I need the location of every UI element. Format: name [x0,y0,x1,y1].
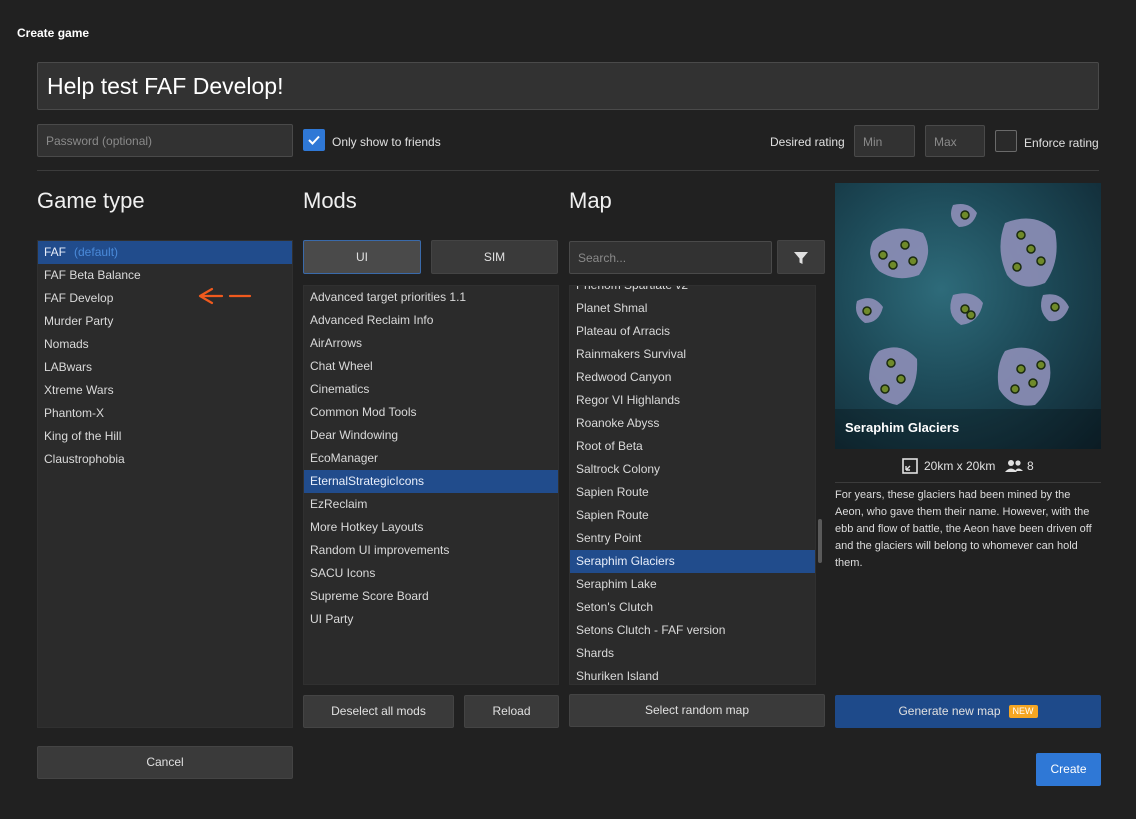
game-type-item[interactable]: King of the Hill [38,425,292,448]
map-item[interactable]: Sapien Route [570,504,815,527]
rating-min-input[interactable]: Min [854,125,915,157]
game-type-item[interactable]: FAF Beta Balance [38,264,292,287]
enforce-rating-checkbox[interactable] [995,130,1017,152]
map-preview-image [835,183,1101,449]
preview-map-name: Seraphim Glaciers [845,420,960,435]
game-type-item[interactable]: Murder Party [38,310,292,333]
select-random-map-button[interactable]: Select random map [569,694,825,727]
enforce-rating-label[interactable]: Enforce rating [1024,136,1099,150]
map-search-input[interactable]: Search... [569,241,772,274]
map-item[interactable]: Plateau of Arracis [570,320,815,343]
dialog-title: Create game [17,26,90,40]
mod-item[interactable]: Common Mod Tools [304,401,558,424]
game-type-item-faf[interactable]: FAF (default) [38,241,292,264]
map-item[interactable]: Rainmakers Survival [570,343,815,366]
deselect-all-mods-button[interactable]: Deselect all mods [303,695,454,728]
game-type-item[interactable]: Claustrophobia [38,448,292,471]
map-size-icon [902,458,918,474]
mod-item[interactable]: Chat Wheel [304,355,558,378]
description-divider [835,482,1101,483]
map-description: For years, these glaciers had been mined… [835,489,1092,569]
friends-only-label[interactable]: Only show to friends [332,135,441,149]
game-title-input[interactable]: Help test FAF Develop! [37,62,1099,110]
create-button[interactable]: Create [1036,753,1101,786]
game-type-item[interactable]: Xtreme Wars [38,379,292,402]
generate-new-map-label: Generate new map [898,704,1001,718]
map-size-text: 20km x 20km [924,459,996,473]
mod-item[interactable]: Supreme Score Board [304,585,558,608]
cancel-button[interactable]: Cancel [37,746,293,779]
mod-item[interactable]: SACU Icons [304,562,558,585]
map-item[interactable]: Phenom Spartiate v2 [570,286,815,297]
map-item[interactable]: Saltrock Colony [570,458,815,481]
map-item[interactable]: Seraphim Lake [570,573,815,596]
mod-item[interactable]: Random UI improvements [304,539,558,562]
mod-item[interactable]: UI Party [304,608,558,631]
desired-rating-label: Desired rating [770,135,845,149]
password-input[interactable]: Password (optional) [37,124,293,157]
default-tag: (default) [74,245,119,259]
map-item[interactable]: Regor VI Highlands [570,389,815,412]
map-item[interactable]: Sentry Point [570,527,815,550]
mods-title: Mods [303,188,357,213]
game-type-item[interactable]: LABwars [38,356,292,379]
map-item[interactable]: Sapien Route [570,481,815,504]
filter-icon [794,252,808,264]
mods-list[interactable]: Advanced target priorities 1.1 Advanced … [303,285,559,685]
map-list[interactable]: Phenom Spartiate v2 Planet Shmal Plateau… [569,285,816,685]
map-item[interactable]: Setons Clutch - FAF version [570,619,815,642]
map-item[interactable]: Shuriken Island [570,665,815,684]
mod-item[interactable]: EcoManager [304,447,558,470]
mod-item[interactable]: EzReclaim [304,493,558,516]
map-title: Map [569,188,612,213]
map-item[interactable]: Shards [570,642,815,665]
mod-item[interactable]: Advanced target priorities 1.1 [304,286,558,309]
reload-mods-button[interactable]: Reload [464,695,559,728]
new-badge: NEW [1008,705,1038,718]
map-preview-terrain [835,204,1101,449]
generate-new-map-button[interactable]: Generate new map NEW [835,695,1101,728]
players-icon [1005,460,1023,472]
map-item[interactable]: Planet Shmal [570,297,815,320]
map-item[interactable]: Root of Beta [570,435,815,458]
mod-item[interactable]: Cinematics [304,378,558,401]
max-players-text: 8 [1027,459,1034,473]
game-type-item[interactable]: Phantom-X [38,402,292,425]
game-type-list[interactable]: FAF (default) FAF Beta Balance FAF Develo… [37,240,293,728]
game-type-title: Game type [37,188,145,213]
mod-item[interactable]: Advanced Reclaim Info [304,309,558,332]
map-item-selected[interactable]: Seraphim Glaciers [570,550,815,573]
arrow-annotation-icon [198,287,252,305]
map-item[interactable]: Redwood Canyon [570,366,815,389]
game-type-item[interactable]: Nomads [38,333,292,356]
mod-item[interactable]: Dear Windowing [304,424,558,447]
tab-sim-mods[interactable]: SIM [431,240,558,274]
map-list-scrollbar[interactable] [818,519,822,563]
friends-only-checkbox[interactable] [303,129,325,151]
checkmark-icon [308,135,320,145]
mod-item-selected[interactable]: EternalStrategicIcons [304,470,558,493]
rating-max-input[interactable]: Max [925,125,985,157]
mod-item[interactable]: AirArrows [304,332,558,355]
map-item[interactable]: Seton's Clutch [570,596,815,619]
header-divider [37,170,1099,171]
mod-item[interactable]: More Hotkey Layouts [304,516,558,539]
map-filter-button[interactable] [777,240,825,274]
map-item[interactable]: Roanoke Abyss [570,412,815,435]
tab-ui-mods[interactable]: UI [303,240,421,274]
